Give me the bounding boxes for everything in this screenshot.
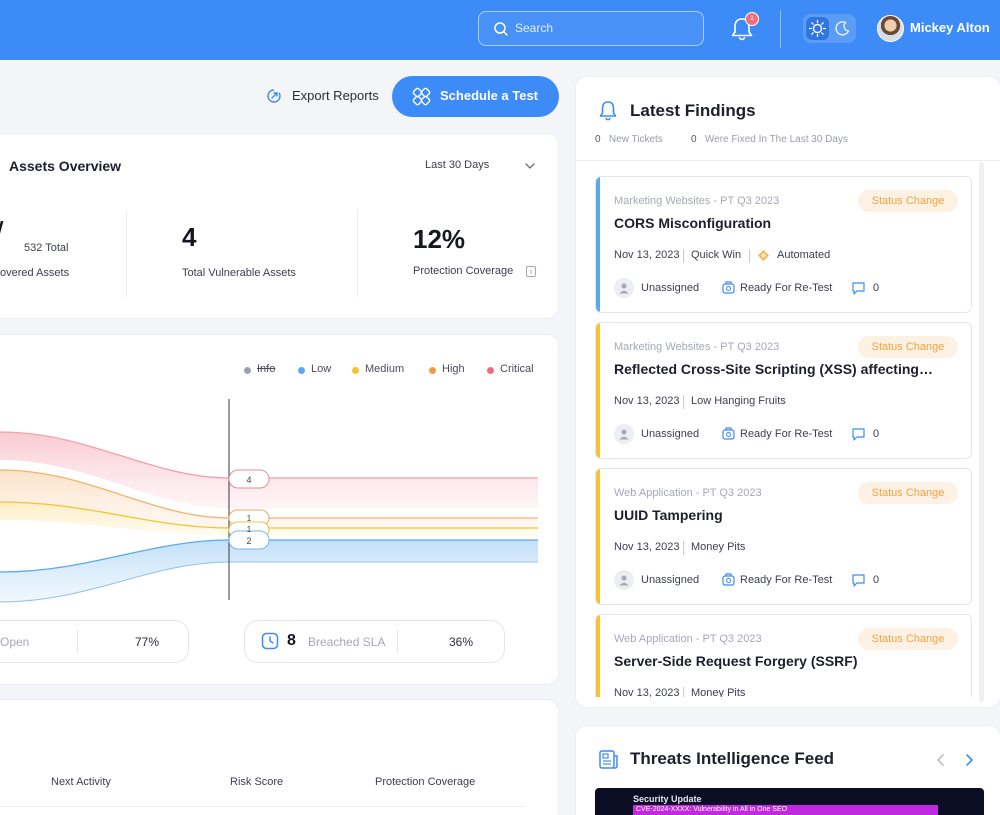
search-icon xyxy=(494,22,508,36)
finding-status: Ready For Re-Test xyxy=(740,282,833,294)
schedule-test-button[interactable]: Schedule a Test xyxy=(392,76,559,117)
meta-divider xyxy=(749,249,750,263)
fixed-tickets-stat: 0 Were Fixed In The Last 30 Days xyxy=(691,134,848,145)
status-badge: Status Change xyxy=(858,336,958,358)
chevron-left-icon[interactable] xyxy=(934,752,948,768)
fixed-count: 0 xyxy=(691,134,697,145)
automated-icon xyxy=(757,249,770,262)
threat-thumbnail[interactable]: Security Update CVE-2024-XXXX: Vulnerabi… xyxy=(595,788,984,815)
fixed-label: Were Fixed In The Last 30 Days xyxy=(704,134,848,145)
schedule-test-label: Schedule a Test xyxy=(440,88,539,103)
finding-title[interactable]: UUID Tampering xyxy=(614,507,954,523)
meta-divider xyxy=(683,249,684,263)
user-name[interactable]: Mickey Alton xyxy=(910,20,990,35)
finding-assignee[interactable]: Unassigned xyxy=(641,574,699,586)
table-header-divider xyxy=(0,806,525,807)
meta-divider xyxy=(683,541,684,555)
finding-status: Ready For Re-Test xyxy=(740,428,833,440)
user-icon xyxy=(614,424,634,444)
finding-card[interactable]: Web Application - PT Q3 2023 Status Chan… xyxy=(595,468,972,605)
chevron-down-icon[interactable] xyxy=(524,161,536,171)
new-tickets-stat: 0 New Tickets xyxy=(595,134,663,145)
moon-icon[interactable] xyxy=(833,19,852,38)
export-reports-label: Export Reports xyxy=(292,88,379,103)
comment-icon[interactable] xyxy=(851,281,866,295)
threat-thumb-line: CVE-2024-XXXX: Vulnerability in All in O… xyxy=(633,805,938,815)
newspaper-icon xyxy=(599,750,618,769)
findings-divider xyxy=(575,160,1000,161)
notification-badge: 1 xyxy=(745,12,759,26)
finding-card[interactable]: Marketing Websites - PT Q3 2023 Status C… xyxy=(595,176,972,313)
status-badge: Status Change xyxy=(858,628,958,650)
finding-date: Nov 13, 2023 xyxy=(614,395,680,407)
search-input[interactable]: Search xyxy=(478,11,704,46)
bell-icon xyxy=(599,101,617,121)
chevron-right-icon[interactable] xyxy=(962,752,976,768)
theme-toggle[interactable] xyxy=(803,14,856,43)
finding-title[interactable]: Reflected Cross-Site Scripting (XSS) aff… xyxy=(614,361,954,377)
finding-date: Nov 13, 2023 xyxy=(614,541,680,553)
retest-icon xyxy=(722,573,735,586)
retest-icon xyxy=(722,281,735,294)
finding-tag: Money Pits xyxy=(691,541,746,553)
finding-assignee[interactable]: Unassigned xyxy=(641,282,699,294)
finding-status: Ready For Re-Test xyxy=(740,574,833,586)
severity-bar xyxy=(596,323,600,458)
comment-icon[interactable] xyxy=(851,427,866,441)
latest-findings-title: Latest Findings xyxy=(630,101,756,120)
finding-context: Marketing Websites - PT Q3 2023 xyxy=(614,341,780,353)
meta-divider xyxy=(683,395,684,409)
topbar-divider xyxy=(780,10,781,48)
new-tickets-count: 0 xyxy=(595,134,601,145)
assets-table-card xyxy=(0,699,559,815)
new-tickets-label: New Tickets xyxy=(608,134,663,145)
avatar[interactable] xyxy=(877,15,904,42)
sun-icon[interactable] xyxy=(806,17,829,40)
date-range-select[interactable]: Last 30 Days xyxy=(425,159,489,171)
threats-feed-title: Threats Intelligence Feed xyxy=(630,749,835,768)
status-badge: Status Change xyxy=(858,190,958,212)
status-badge: Status Change xyxy=(858,482,958,504)
finding-date: Nov 13, 2023 xyxy=(614,249,680,261)
finding-comments: 0 xyxy=(873,428,880,440)
finding-assignee[interactable]: Unassigned xyxy=(641,428,699,440)
column-header-next-activity[interactable]: Next Activity xyxy=(51,776,111,788)
finding-context: Web Application - PT Q3 2023 xyxy=(614,633,762,645)
export-reports-button[interactable]: Export Reports xyxy=(262,80,387,112)
schedule-icon xyxy=(412,87,431,106)
finding-title[interactable]: Server-Side Request Forgery (SSRF) xyxy=(614,653,954,669)
finding-context: Web Application - PT Q3 2023 xyxy=(614,487,762,499)
column-header-protection-coverage[interactable]: Protection Coverage xyxy=(375,776,475,788)
finding-tag: Quick Win xyxy=(691,249,742,261)
finding-card[interactable]: Marketing Websites - PT Q3 2023 Status C… xyxy=(595,322,972,459)
export-icon xyxy=(267,89,281,103)
finding-comments: 0 xyxy=(873,282,880,294)
user-icon xyxy=(614,278,634,298)
severity-bar xyxy=(596,177,600,312)
user-icon xyxy=(614,570,634,590)
severity-bar xyxy=(596,469,600,604)
threat-thumb-heading: Security Update xyxy=(633,794,702,804)
finding-comments: 0 xyxy=(873,574,880,586)
finding-extra: Automated xyxy=(777,249,831,261)
finding-context: Marketing Websites - PT Q3 2023 xyxy=(614,195,780,207)
retest-icon xyxy=(722,427,735,440)
comment-icon[interactable] xyxy=(851,573,866,587)
search-placeholder: Search xyxy=(515,21,554,35)
finding-tag: Low Hanging Fruits xyxy=(691,395,786,407)
finding-title[interactable]: CORS Misconfiguration xyxy=(614,215,954,231)
column-header-risk-score[interactable]: Risk Score xyxy=(230,776,283,788)
